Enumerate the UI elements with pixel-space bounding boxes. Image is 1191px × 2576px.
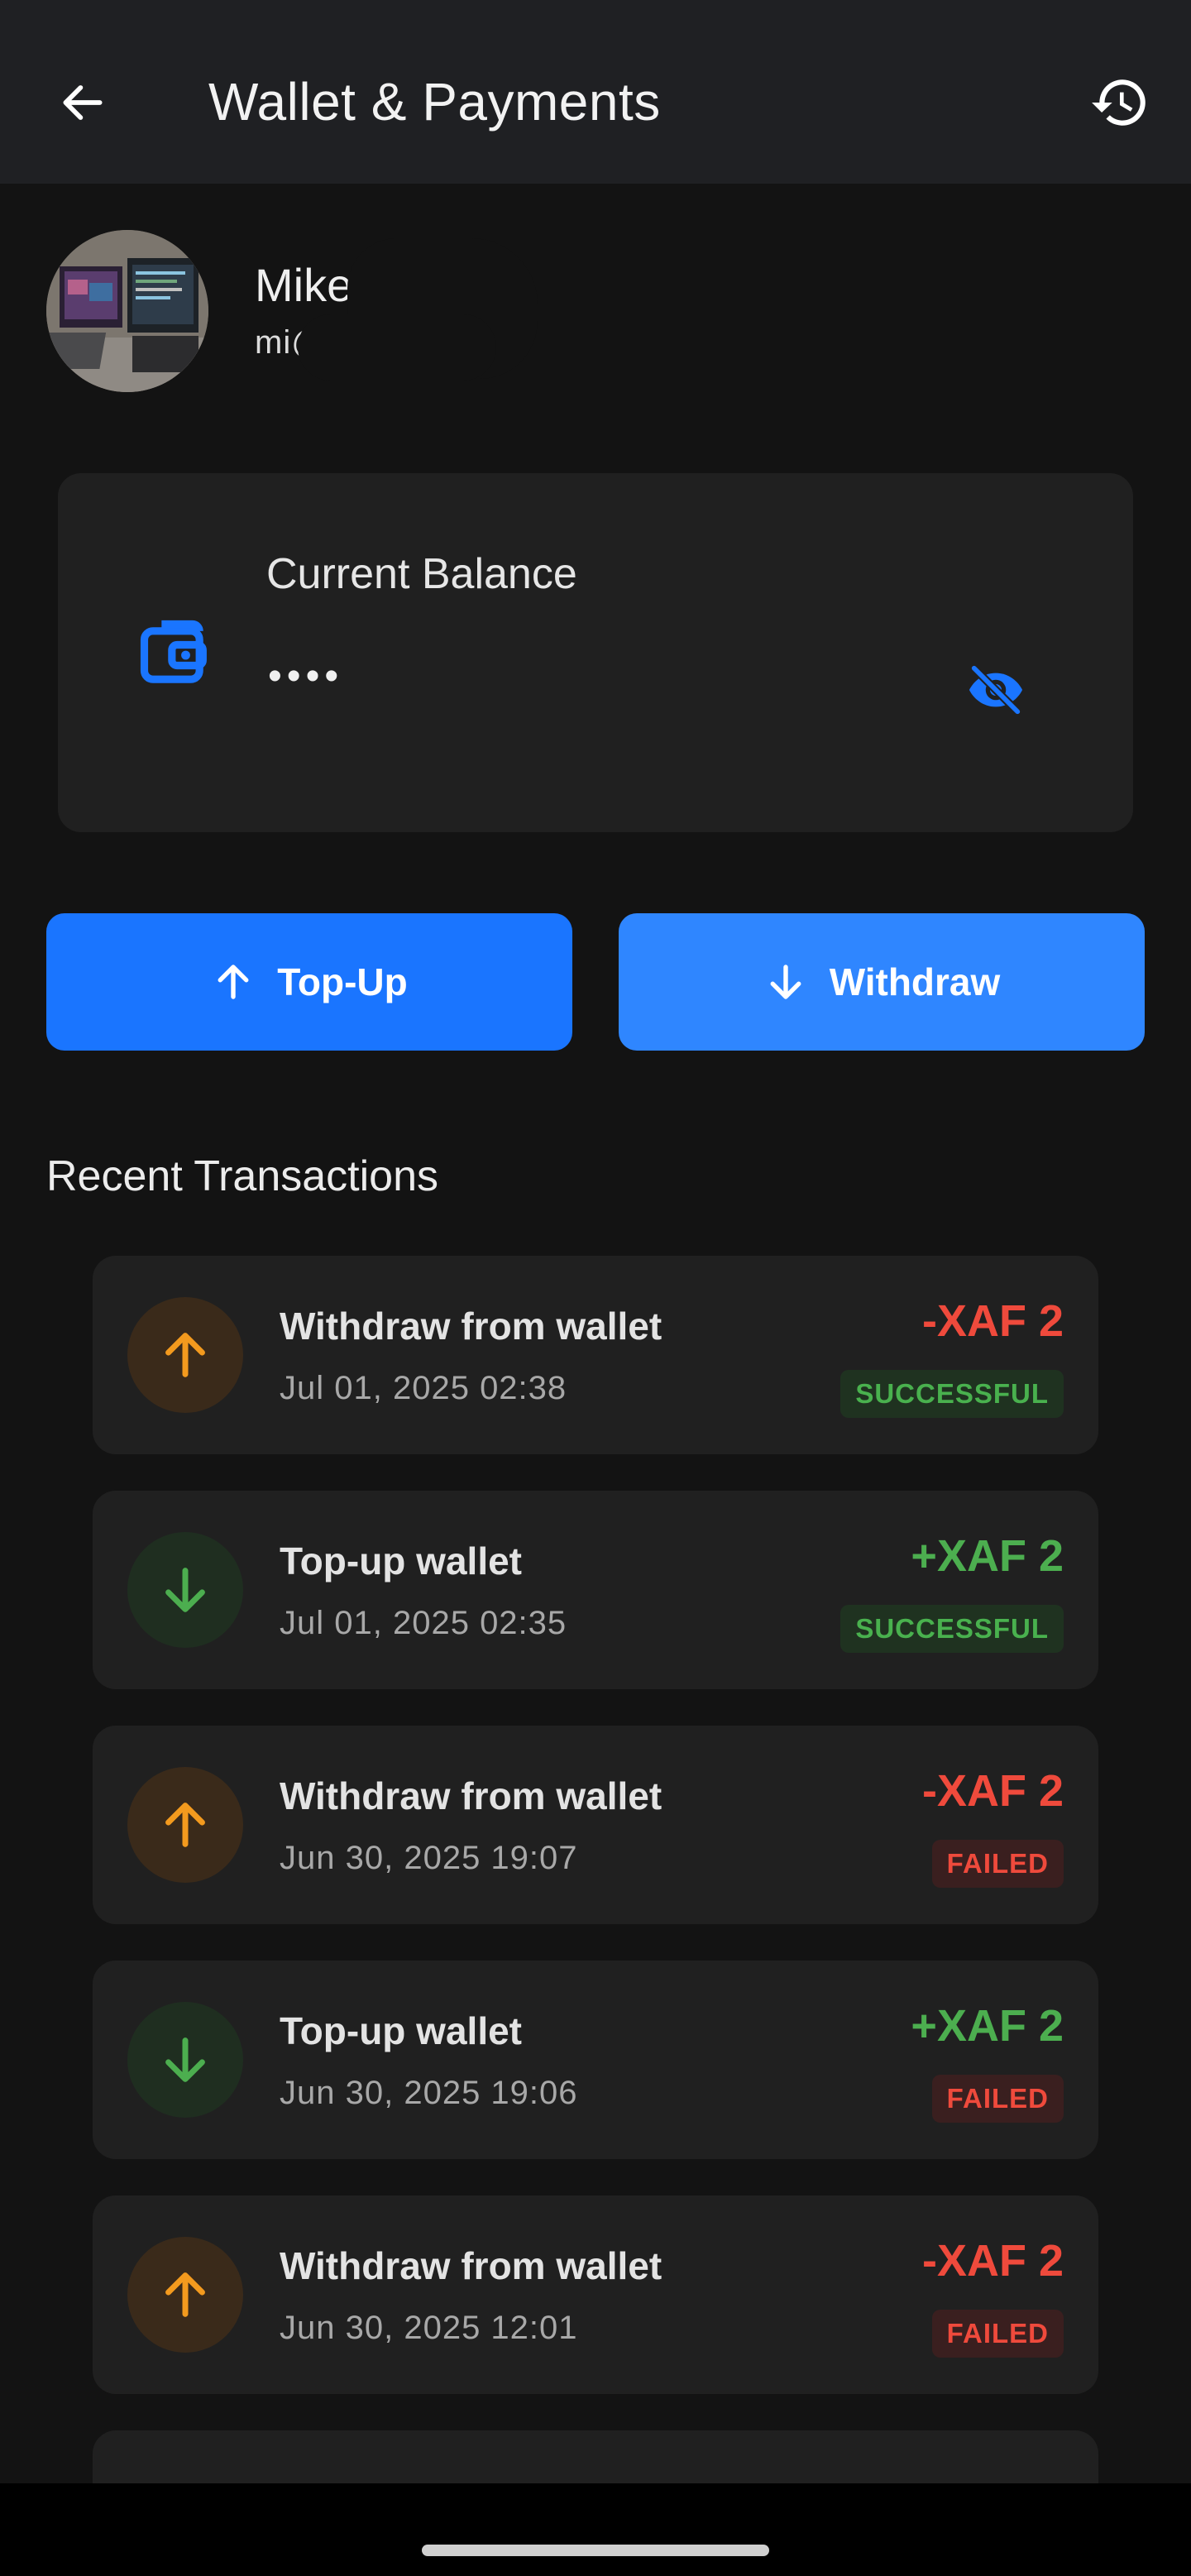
transaction-date: Jun 30, 2025 19:06 bbox=[280, 2075, 578, 2111]
avatar-image bbox=[46, 230, 208, 392]
recent-transactions-heading: Recent Transactions bbox=[46, 1152, 439, 1200]
transaction-date: Jun 30, 2025 19:07 bbox=[280, 1840, 578, 1876]
transaction-item[interactable]: Withdraw from wallet Jul 01, 2025 02:38 … bbox=[93, 1256, 1098, 1454]
status-badge: FAILED bbox=[931, 2075, 1064, 2123]
toggle-balance-visibility-button[interactable] bbox=[961, 655, 1031, 725]
transaction-title: Withdraw from wallet bbox=[280, 1305, 662, 1348]
arrow-left-icon bbox=[63, 85, 103, 120]
balance-card: Current Balance •••• bbox=[58, 473, 1133, 832]
eye-off-icon bbox=[969, 663, 1023, 716]
transaction-date: Jul 01, 2025 02:35 bbox=[280, 1605, 567, 1641]
system-navigation-bar bbox=[0, 2483, 1191, 2576]
transaction-direction-badge bbox=[127, 2002, 243, 2118]
transaction-amount: +XAF 2 bbox=[911, 2001, 1064, 2051]
transaction-date: Jun 30, 2025 12:01 bbox=[280, 2310, 578, 2346]
profile-name: Mike bbox=[255, 259, 353, 311]
status-badge: SUCCESSFUL bbox=[840, 1605, 1064, 1653]
back-button[interactable] bbox=[48, 68, 117, 137]
history-button[interactable] bbox=[1085, 68, 1155, 137]
top-up-button[interactable]: Top-Up bbox=[46, 913, 572, 1051]
status-badge: FAILED bbox=[931, 1840, 1064, 1888]
transaction-item[interactable]: Withdraw from wallet Jun 30, 2025 12:01 … bbox=[93, 2195, 1098, 2394]
home-gesture-handle[interactable] bbox=[422, 2545, 769, 2556]
arrow-up-icon bbox=[165, 1803, 205, 1847]
transaction-direction-badge bbox=[127, 1297, 243, 1413]
page-title: Wallet & Payments bbox=[208, 72, 661, 132]
arrow-up-icon bbox=[165, 1333, 205, 1377]
status-badge: FAILED bbox=[931, 2310, 1064, 2358]
redaction-mark bbox=[298, 314, 496, 381]
transaction-title: Withdraw from wallet bbox=[280, 1774, 662, 1817]
avatar[interactable] bbox=[46, 230, 208, 392]
arrow-up-icon bbox=[218, 965, 249, 999]
transaction-item-partial[interactable] bbox=[93, 2430, 1098, 2483]
balance-label: Current Balance bbox=[266, 550, 577, 598]
app-bar: Wallet & Payments bbox=[0, 0, 1191, 184]
arrow-down-icon bbox=[165, 2037, 205, 2082]
balance-amount-masked: •••• bbox=[268, 654, 344, 698]
history-icon bbox=[1092, 79, 1146, 126]
withdraw-label: Withdraw bbox=[829, 960, 1001, 1003]
transaction-title: Withdraw from wallet bbox=[280, 2244, 662, 2287]
arrow-down-icon bbox=[165, 1568, 205, 1612]
transaction-amount: -XAF 2 bbox=[921, 2236, 1064, 2286]
withdraw-button[interactable]: Withdraw bbox=[619, 913, 1145, 1051]
arrow-up-icon bbox=[165, 2272, 205, 2317]
transaction-direction-badge bbox=[127, 2237, 243, 2353]
wallet-icon bbox=[134, 614, 217, 697]
transaction-item[interactable]: Top-up wallet Jul 01, 2025 02:35 +XAF 2 … bbox=[93, 1491, 1098, 1689]
transaction-date: Jul 01, 2025 02:38 bbox=[280, 1370, 567, 1406]
transaction-item[interactable]: Top-up wallet Jun 30, 2025 19:06 +XAF 2 … bbox=[93, 1961, 1098, 2159]
arrow-down-icon bbox=[770, 965, 801, 999]
transaction-item[interactable]: Withdraw from wallet Jun 30, 2025 19:07 … bbox=[93, 1726, 1098, 1924]
top-up-label: Top-Up bbox=[277, 960, 408, 1003]
transaction-amount: -XAF 2 bbox=[921, 1296, 1064, 1346]
transaction-direction-badge bbox=[127, 1532, 243, 1648]
transaction-direction-badge bbox=[127, 1767, 243, 1883]
transaction-amount: -XAF 2 bbox=[921, 1766, 1064, 1816]
transaction-title: Top-up wallet bbox=[280, 1539, 523, 1582]
transaction-title: Top-up wallet bbox=[280, 2009, 523, 2052]
status-badge: SUCCESSFUL bbox=[840, 1370, 1064, 1418]
transaction-amount: +XAF 2 bbox=[911, 1531, 1064, 1581]
